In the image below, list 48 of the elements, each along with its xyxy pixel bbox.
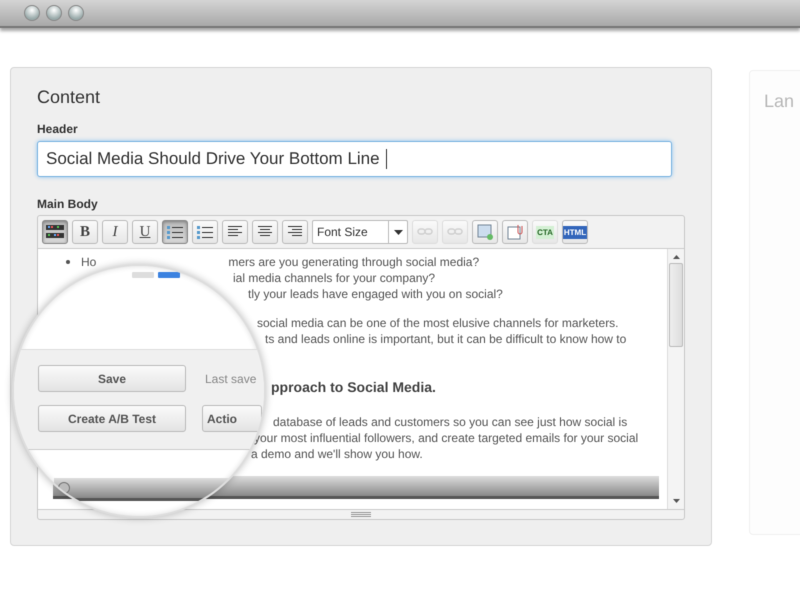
panel-title: Lan [764,91,796,112]
align-left-icon [228,226,242,238]
field-label: Main Body [37,197,99,211]
actions-button[interactable]: Actio [202,405,262,432]
scroll-up-icon[interactable] [672,255,680,259]
bullets-button[interactable] [162,220,188,244]
window-control-button[interactable] [68,5,84,21]
scroll-down-icon[interactable] [672,499,680,503]
image-button[interactable] [472,220,498,244]
field-label: Header [37,122,79,136]
bulleted-list-icon [167,225,183,239]
align-center-icon [258,226,272,238]
italic-button[interactable]: I [102,220,128,244]
window-control-button[interactable] [24,5,40,21]
body-text: tly your leads have engaged with you on social? [248,287,503,301]
window-control-button[interactable] [46,5,62,21]
ab-test-button[interactable]: Create A/B Test [38,405,186,432]
align-right-button[interactable] [282,220,308,244]
font-size-dropdown[interactable]: Font Size [312,220,408,244]
align-right-icon [288,226,302,238]
heading-text: pproach to Social Media. [271,379,436,395]
header-input[interactable]: Social Media Should Drive Your Bottom Line [37,141,672,177]
numbers-button[interactable] [192,220,218,244]
color-grid-icon [46,225,64,239]
body-text: a demo and we'll show you how. [251,447,423,461]
body-text: ial media channels for your company? [233,271,436,285]
underline-button[interactable]: U [132,220,158,244]
dropdown-caret-icon [394,230,402,234]
body-text: database of leads and customers so you can see just how social is [273,415,628,429]
bullet-icon [66,260,70,264]
resize-handle[interactable] [351,512,371,517]
attach-button[interactable] [502,220,528,244]
colors-button[interactable] [42,220,68,244]
list-item-text: Ho [81,255,96,269]
save-button[interactable]: Save [38,365,186,392]
image-icon [477,224,493,240]
attachment-icon [507,224,523,240]
chain-link-icon [417,226,433,238]
body-text: ts and leads online is important, but it can be difficult to know how to [265,332,626,346]
scrollbar[interactable] [667,249,684,509]
body-text: mers are you generating through social media? [228,255,480,269]
bold-button[interactable]: B [72,220,98,244]
body-text: social media can be one of the most elusive channels for marketers. [257,316,619,330]
panel-title: Content [37,87,102,109]
html-button[interactable]: HTML [562,220,588,244]
align-center-button[interactable] [252,220,278,244]
align-left-button[interactable] [222,220,248,244]
last-saved-text: Last save [205,372,256,386]
